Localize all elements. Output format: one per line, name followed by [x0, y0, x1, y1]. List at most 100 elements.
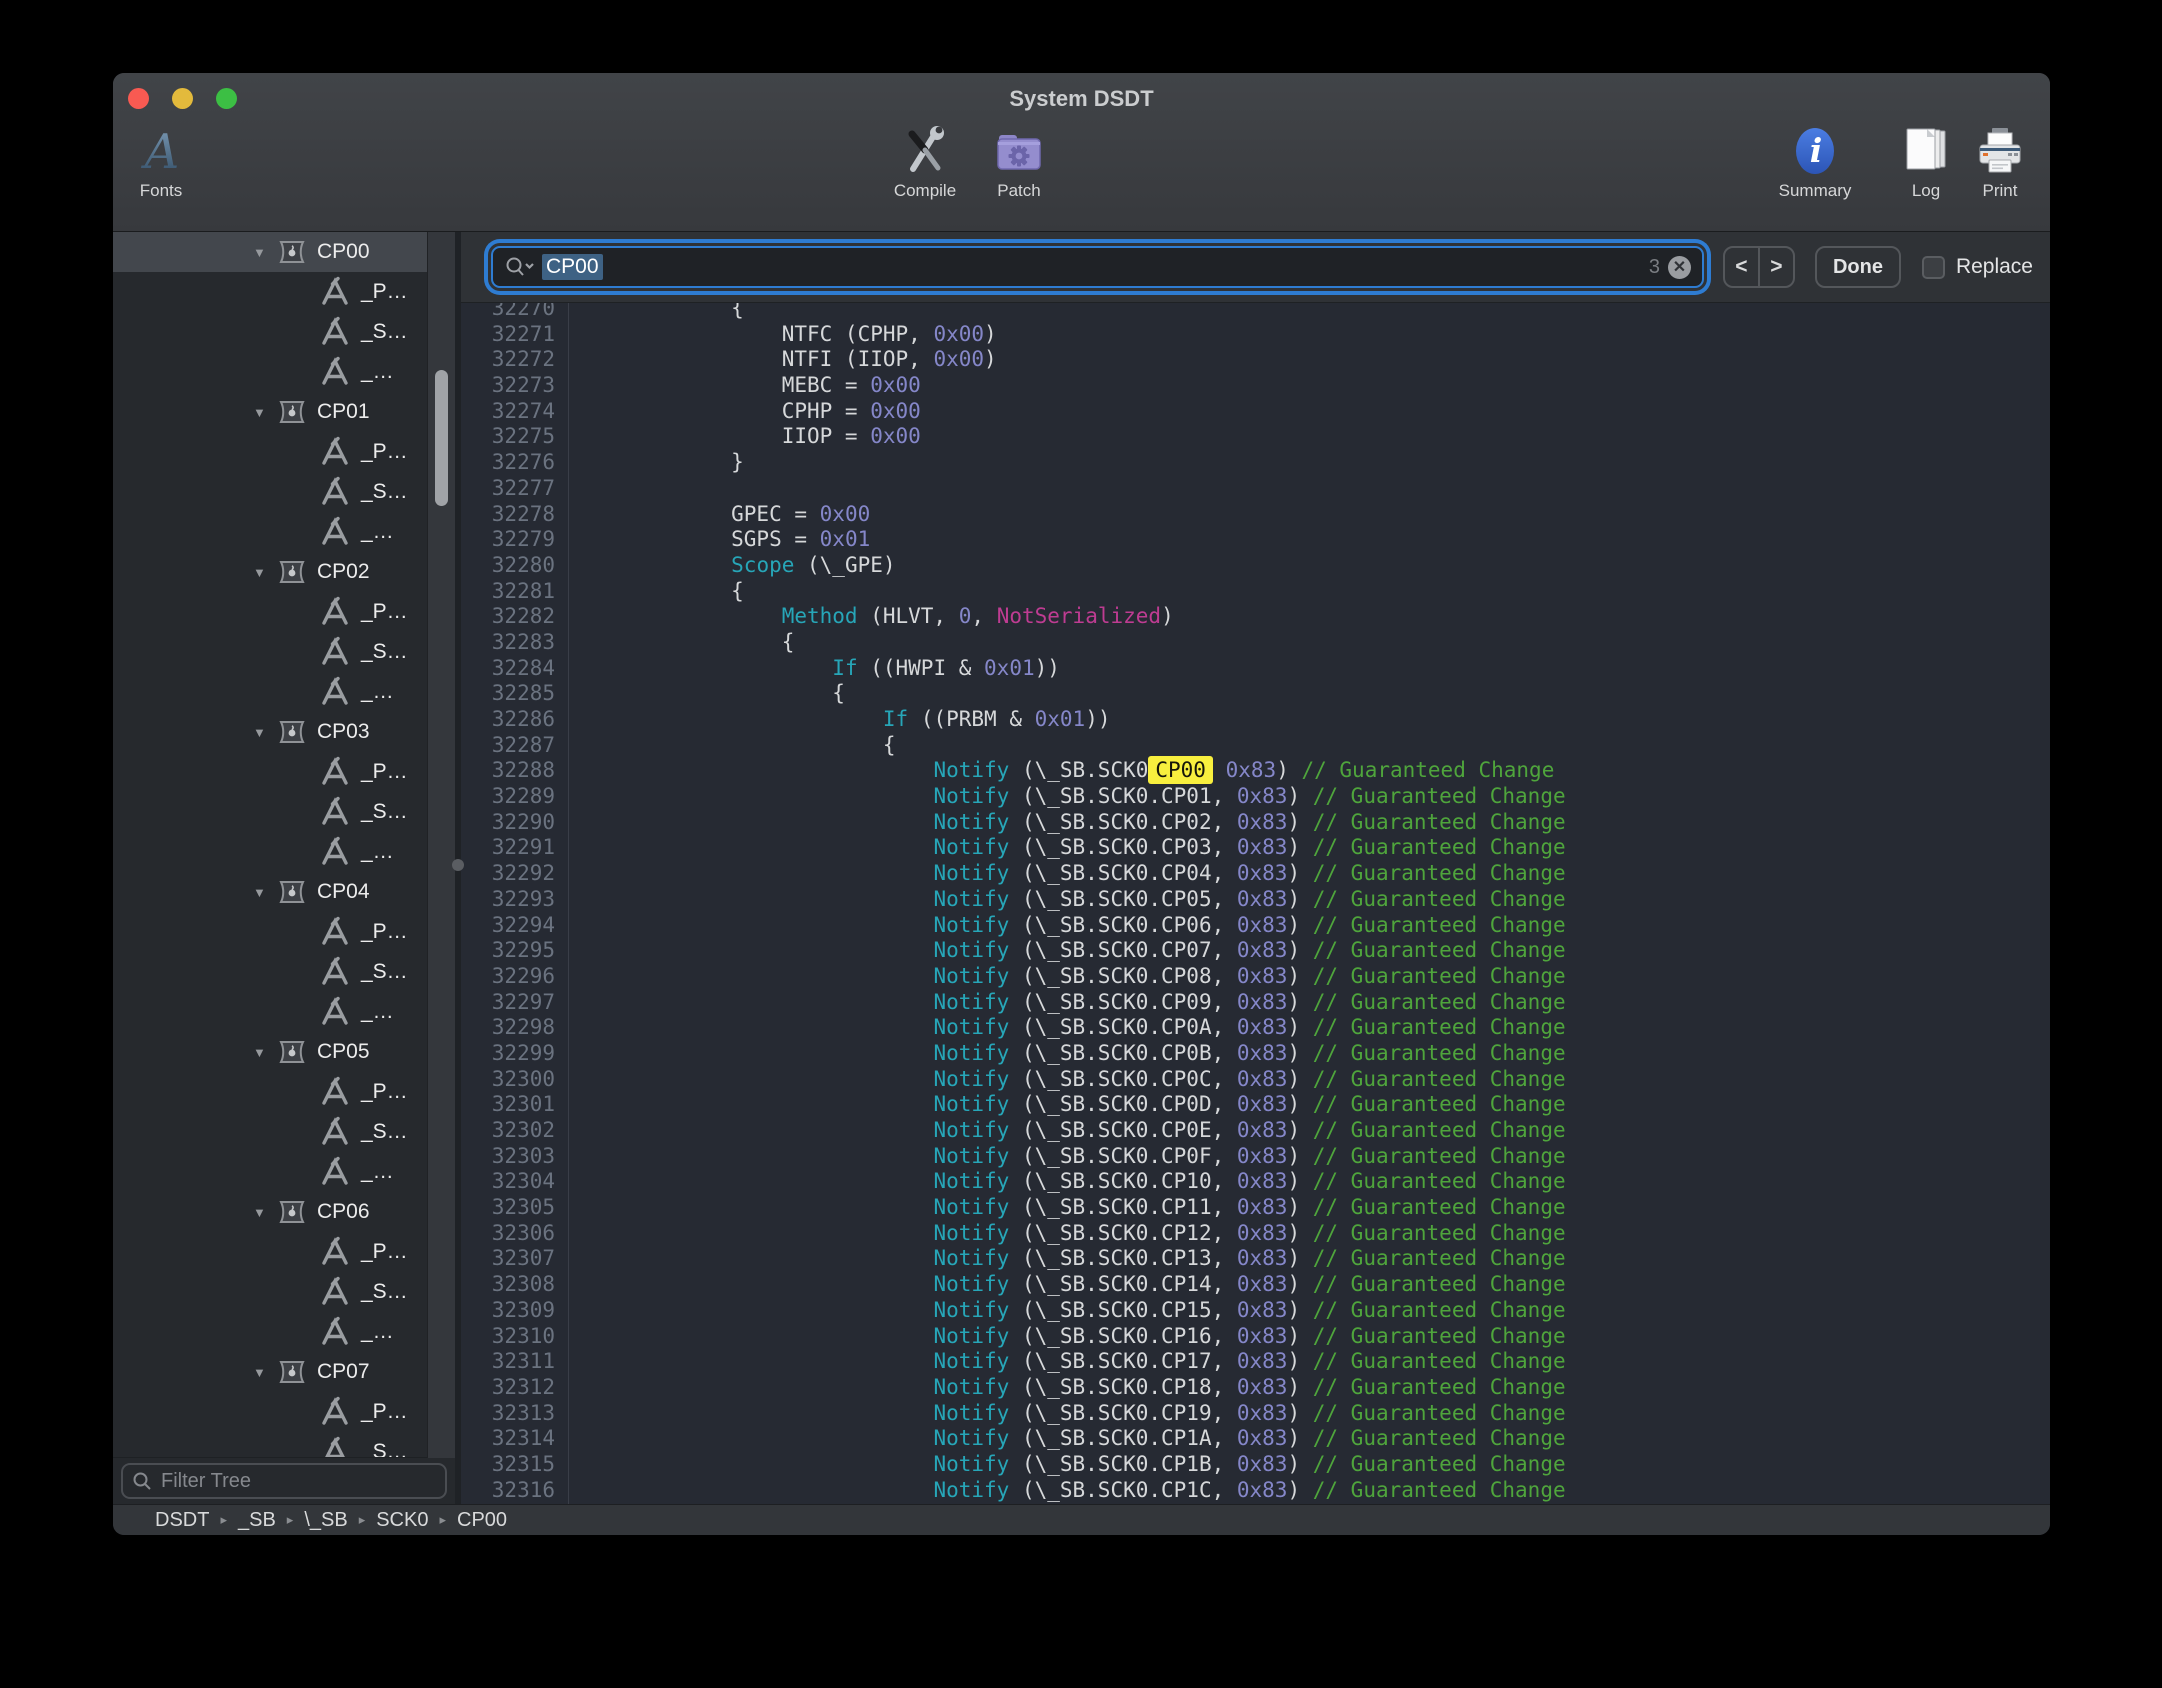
tree-child-item[interactable]: _P…	[113, 272, 455, 312]
disclosure-triangle-icon[interactable]: ▼	[253, 885, 277, 900]
fonts-button[interactable]: A Fonts	[113, 125, 216, 201]
code-text: GPEC = 0x00	[568, 502, 870, 528]
line-number: 32311	[461, 1349, 568, 1375]
scope-icon	[277, 1197, 307, 1227]
tree-item-CP06[interactable]: ▼CP06	[113, 1192, 455, 1232]
code-line: 32316 Notify (\_SB.SCK0.CP1C, 0x83) // G…	[461, 1478, 2050, 1504]
code-line: 32304 Notify (\_SB.SCK0.CP10, 0x83) // G…	[461, 1169, 2050, 1195]
tree-child-item[interactable]: _S…	[113, 312, 455, 352]
disclosure-triangle-icon[interactable]: ▼	[253, 725, 277, 740]
tree-child-item[interactable]: _…	[113, 352, 455, 392]
tree-item-CP01[interactable]: ▼CP01	[113, 392, 455, 432]
line-number: 32296	[461, 964, 568, 990]
tree-child-item[interactable]: _S…	[113, 792, 455, 832]
tree-child-item[interactable]: _…	[113, 512, 455, 552]
breadcrumb-item[interactable]: SCK0	[376, 1509, 428, 1532]
tree-child-item[interactable]: _…	[113, 672, 455, 712]
tree-item-label: _S…	[361, 1120, 408, 1144]
code-line: 32302 Notify (\_SB.SCK0.CP0E, 0x83) // G…	[461, 1118, 2050, 1144]
tree-child-item[interactable]: _S…	[113, 1272, 455, 1312]
disclosure-triangle-icon[interactable]: ▼	[253, 405, 277, 420]
code-line: 32310 Notify (\_SB.SCK0.CP16, 0x83) // G…	[461, 1324, 2050, 1350]
done-button[interactable]: Done	[1815, 246, 1901, 288]
line-number: 32298	[461, 1015, 568, 1041]
line-number: 32286	[461, 707, 568, 733]
print-button[interactable]: Print	[1945, 125, 2050, 201]
tree-child-item[interactable]: _S…	[113, 1432, 455, 1457]
clear-search-icon[interactable]: ✕	[1668, 256, 1691, 279]
method-icon	[319, 476, 351, 508]
tree-child-item[interactable]: _S…	[113, 472, 455, 512]
tree-child-item[interactable]: _P…	[113, 432, 455, 472]
tree-child-item[interactable]: _…	[113, 832, 455, 872]
replace-checkbox[interactable]	[1922, 256, 1945, 279]
breadcrumb-item[interactable]: DSDT	[155, 1509, 209, 1532]
tree-item-CP07[interactable]: ▼CP07	[113, 1352, 455, 1392]
tree-item-CP04[interactable]: ▼ CP04	[113, 872, 455, 912]
disclosure-triangle-icon[interactable]: ▼	[253, 1205, 277, 1220]
patch-button[interactable]: Patch	[964, 125, 1074, 201]
line-number: 32309	[461, 1298, 568, 1324]
sidebar-scrollbar-thumb[interactable]	[435, 370, 448, 506]
method-icon	[319, 676, 351, 708]
breadcrumb-item[interactable]: \_SB	[304, 1509, 347, 1532]
find-previous-button[interactable]: <	[1725, 248, 1758, 286]
tree-item-label: _P…	[361, 1240, 408, 1264]
editor-pane: CP00 3 ✕ < > Done Replace 32270 {32271	[461, 232, 2050, 1504]
disclosure-triangle-icon[interactable]: ▼	[253, 1045, 277, 1060]
code-text: Notify (\_SB.SCK0.CP06, 0x83) // Guarant…	[568, 913, 1566, 939]
tree-child-item[interactable]: _P…	[113, 1232, 455, 1272]
tree-child-item[interactable]: _S…	[113, 1112, 455, 1152]
line-number: 32274	[461, 399, 568, 425]
tree-child-item[interactable]: _P…	[113, 1392, 455, 1432]
code-text: CPHP = 0x00	[568, 399, 921, 425]
find-input[interactable]: CP00 3 ✕	[491, 246, 1704, 288]
sidebar-scrollbar-track[interactable]	[427, 232, 455, 1458]
code-text: Notify (\_SB.SCK0.CP08, 0x83) // Guarant…	[568, 964, 1566, 990]
tree-child-item[interactable]: _P…	[113, 592, 455, 632]
tree-item-label: CP04	[317, 880, 370, 904]
disclosure-triangle-icon[interactable]: ▼	[253, 245, 277, 260]
summary-button[interactable]: i Summary	[1760, 125, 1870, 201]
line-number: 32294	[461, 913, 568, 939]
window-title: System DSDT	[113, 86, 2050, 112]
tree-item-label: _S…	[361, 480, 408, 504]
tree-item-label: _P…	[361, 760, 408, 784]
code-editor[interactable]: 32270 {32271 NTFC (CPHP, 0x00)32272 NTFI…	[461, 303, 2050, 1504]
breadcrumb-item[interactable]: _SB	[238, 1509, 276, 1532]
replace-toggle: Replace	[1922, 255, 2033, 279]
svg-text:A: A	[141, 126, 180, 176]
disclosure-triangle-icon[interactable]: ▼	[253, 565, 277, 580]
code-line: 32298 Notify (\_SB.SCK0.CP0A, 0x83) // G…	[461, 1015, 2050, 1041]
tree-item-CP02[interactable]: ▼CP02	[113, 552, 455, 592]
tree-item-CP00[interactable]: ▼ CP00	[113, 232, 455, 272]
tree-child-item[interactable]: _P…	[113, 912, 455, 952]
code-line: 32294 Notify (\_SB.SCK0.CP06, 0x83) // G…	[461, 913, 2050, 939]
tree-child-item[interactable]: _…	[113, 1152, 455, 1192]
tree-child-item[interactable]: _P…	[113, 752, 455, 792]
main-area: ▼CP00_P…_S…_…▼CP01_P…_S…_…▼CP02_P…_S…_…▼…	[113, 232, 2050, 1504]
search-menu-icon[interactable]	[504, 256, 534, 278]
tree-item-CP05[interactable]: ▼CP05	[113, 1032, 455, 1072]
code-lines: 32270 {32271 NTFC (CPHP, 0x00)32272 NTFI…	[461, 303, 2050, 1503]
tree-item-label: CP00	[317, 240, 370, 264]
code-text: Notify (\_SB.SCK0.CP0C, 0x83) // Guarant…	[568, 1067, 1566, 1093]
code-text: Notify (\_SB.SCK0.CP0F, 0x83) // Guarant…	[568, 1144, 1566, 1170]
sidebar-tree[interactable]: ▼CP00_P…_S…_…▼CP01_P…_S…_…▼CP02_P…_S…_…▼…	[113, 232, 455, 1457]
tree-child-item[interactable]: _…	[113, 992, 455, 1032]
tree-child-item[interactable]: _P…	[113, 1072, 455, 1112]
find-next-button[interactable]: >	[1758, 248, 1793, 286]
code-line: 32280 Scope (\_GPE)	[461, 553, 2050, 579]
tree-child-item[interactable]: _S…	[113, 952, 455, 992]
tree-item-label: _P…	[361, 280, 408, 304]
code-text: Method (HLVT, 0, NotSerialized)	[568, 604, 1174, 630]
tree-child-item[interactable]: _S…	[113, 632, 455, 672]
line-number: 32301	[461, 1092, 568, 1118]
tree-item-label: _P…	[361, 1400, 408, 1424]
tree-child-item[interactable]: _…	[113, 1312, 455, 1352]
tree-item-CP03[interactable]: ▼CP03	[113, 712, 455, 752]
method-icon	[319, 436, 351, 468]
disclosure-triangle-icon[interactable]: ▼	[253, 1365, 277, 1380]
filter-tree-input[interactable]: Filter Tree	[121, 1463, 447, 1499]
breadcrumb-item[interactable]: CP00	[457, 1509, 507, 1532]
